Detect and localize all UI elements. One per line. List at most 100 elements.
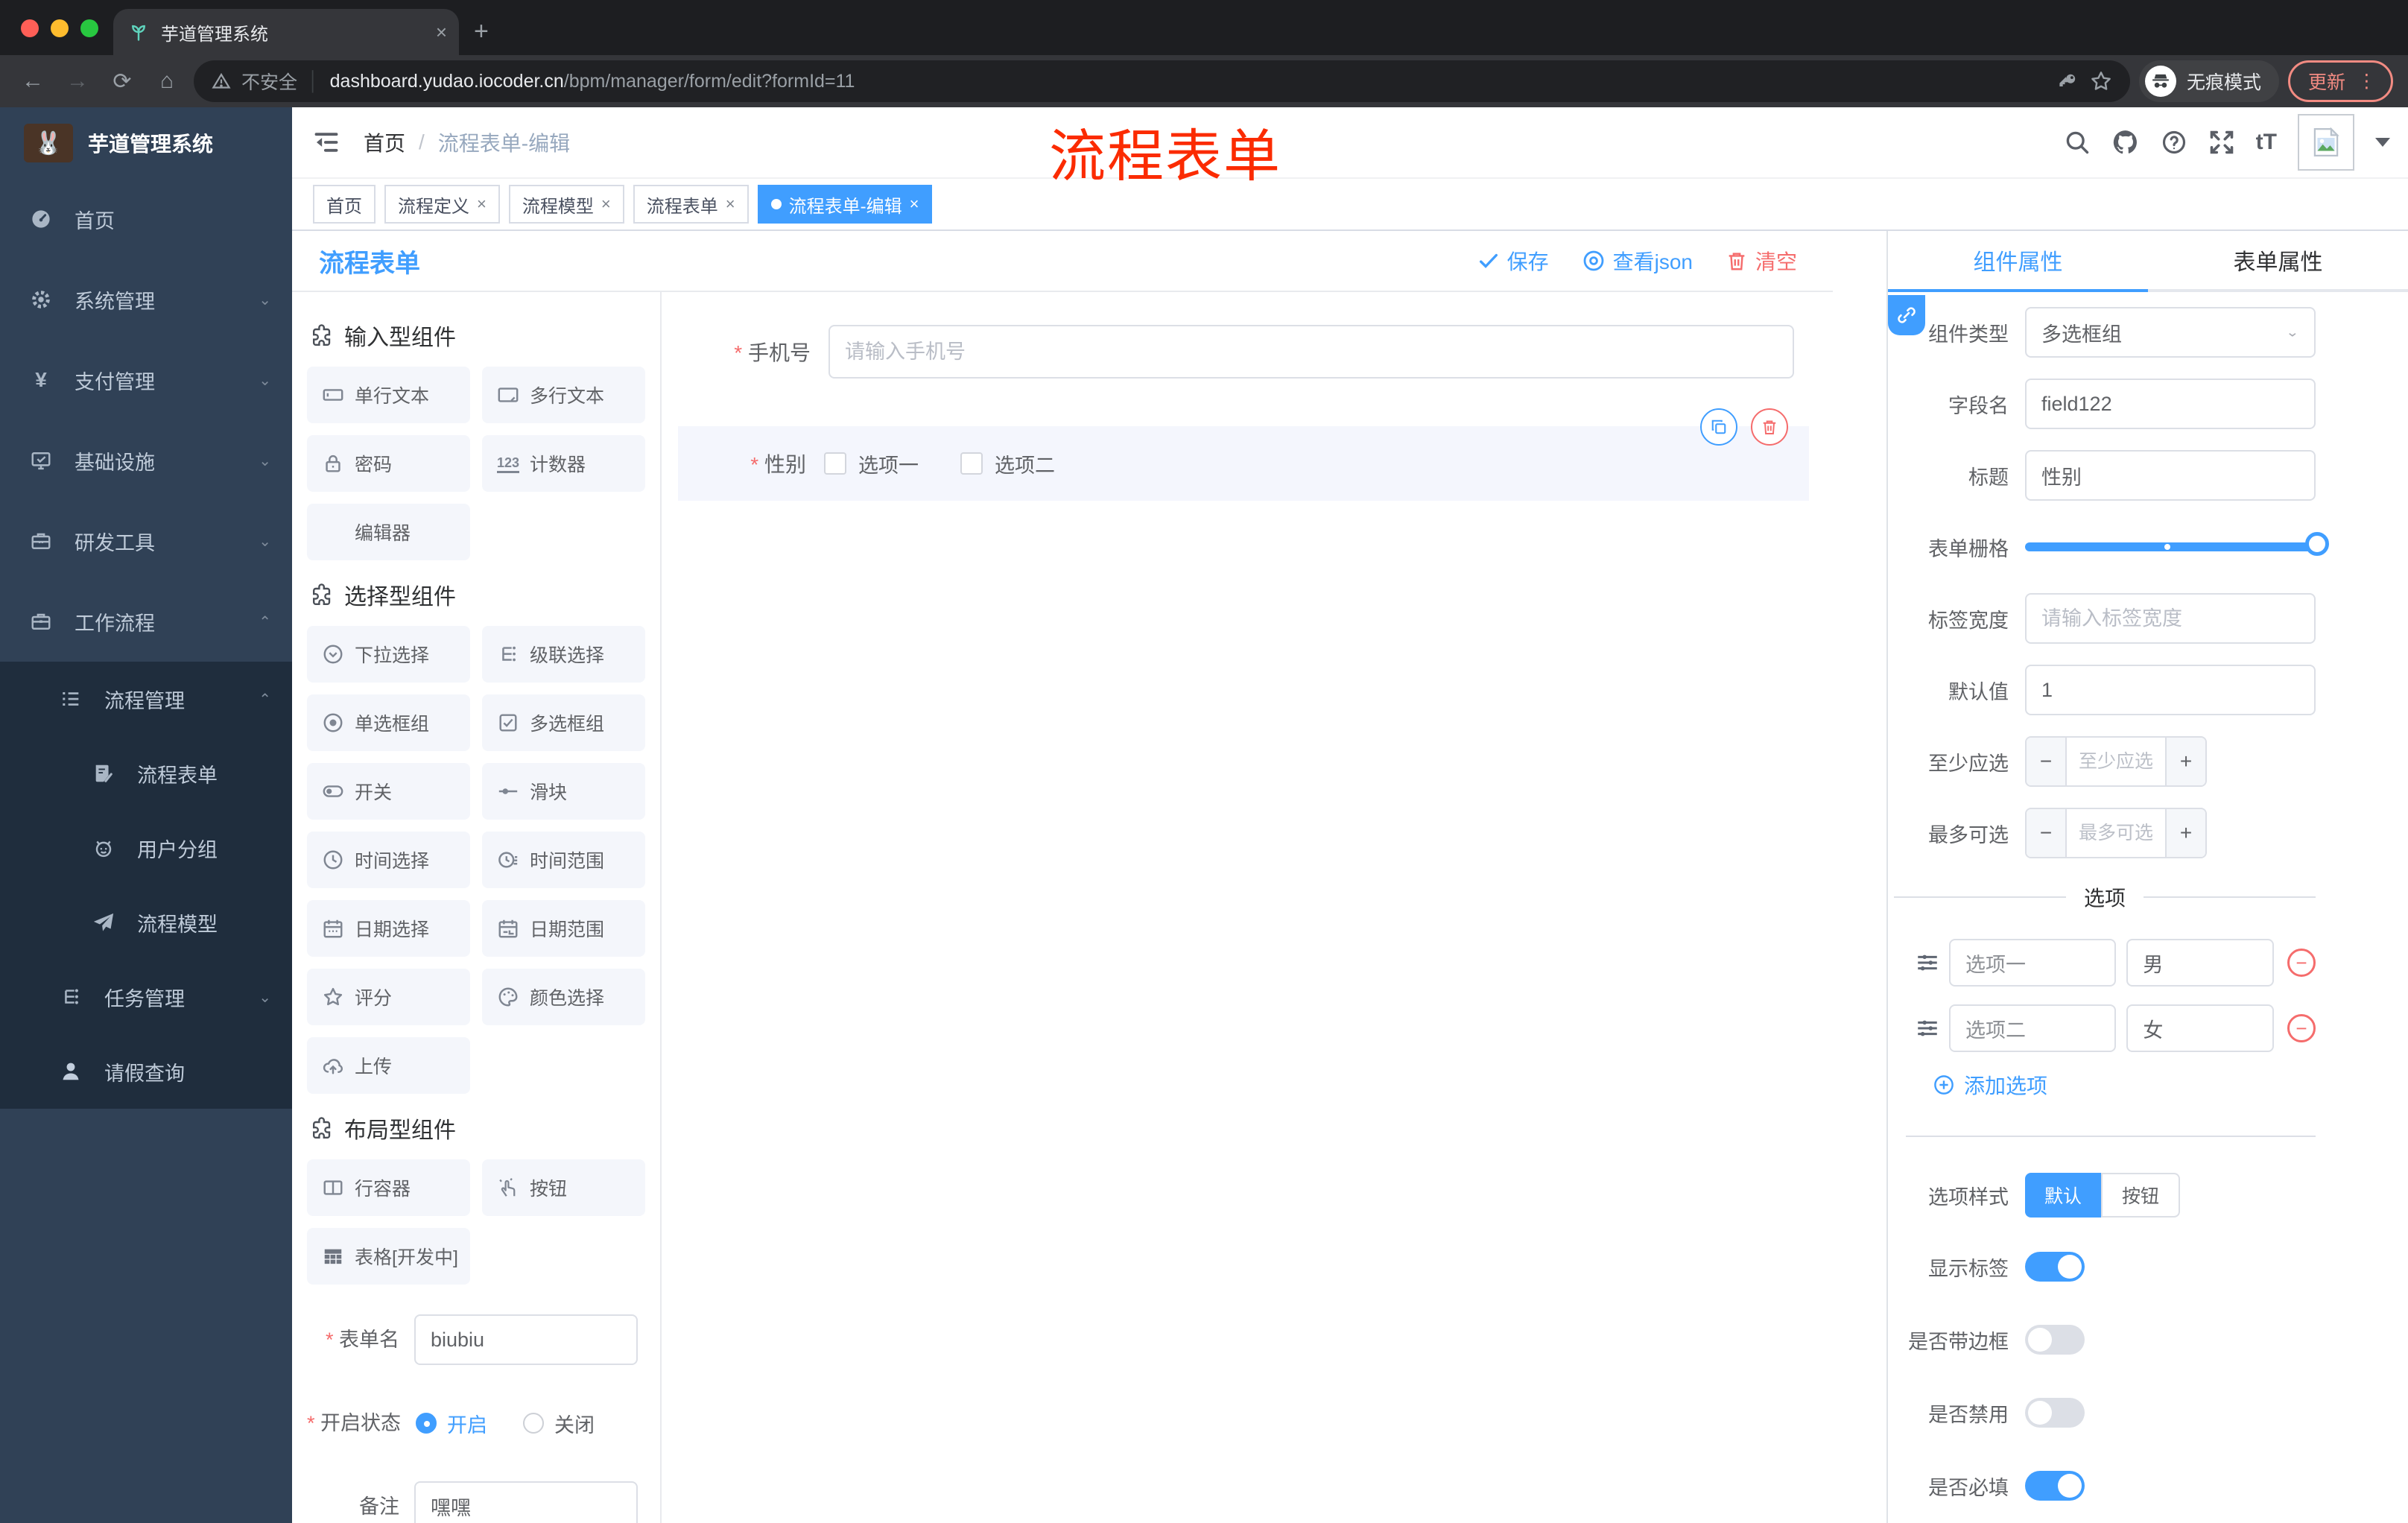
min-select-stepper[interactable]: −+ [2025,736,2207,787]
reload-icon[interactable]: ⟳ [104,69,140,95]
sidebar-item-payment[interactable]: ¥ 支付管理 ⌄ [0,340,292,420]
sidebar-item-process-form[interactable]: 流程表单 [0,736,292,811]
component-chip-switch[interactable]: 开关 [307,763,470,820]
form-grid-slider[interactable] [2025,532,2329,556]
component-chip-time-picker[interactable]: 时间选择 [307,832,470,888]
stepper-minus-icon[interactable]: − [2027,809,2067,857]
option-value-input[interactable] [2126,1004,2274,1052]
component-chip-counter[interactable]: 123 计数器 [482,435,645,492]
sidebar-item-process-mgmt[interactable]: 流程管理 ⌃ [0,662,292,736]
form-name-input[interactable] [414,1314,638,1365]
max-select-stepper[interactable]: −+ [2025,808,2207,858]
sidebar-item-devtools[interactable]: 研发工具 ⌄ [0,501,292,581]
sidebar-item-infra[interactable]: 基础设施 ⌄ [0,420,292,501]
stepper-minus-icon[interactable]: − [2027,738,2067,785]
delete-field-button[interactable] [1751,408,1788,446]
form-canvas[interactable]: 手机号 性别 选项一 选项二 [662,292,1833,1523]
tag-process-form[interactable]: 流程表单 × [633,185,749,224]
component-chip-rate[interactable]: 评分 [307,969,470,1025]
gender-option-1[interactable]: 选项一 [824,449,919,478]
sidebar-item-user-group[interactable]: 用户分组 [0,811,292,885]
drag-handle-icon[interactable] [1915,950,1940,975]
browser-menu-icon[interactable]: ⋮ [2357,70,2376,92]
fullscreen-icon[interactable] [2208,129,2235,156]
component-chip-slider[interactable]: 滑块 [482,763,645,820]
component-chip-single-text[interactable]: 单行文本 [307,367,470,423]
component-chip-upload[interactable]: 上传 [307,1037,470,1094]
password-key-icon[interactable] [2057,70,2079,92]
title-input[interactable] [2025,450,2316,501]
max-select-input[interactable] [2067,809,2165,857]
remove-option-button[interactable]: − [2287,949,2316,977]
tab-form-props[interactable]: 表单属性 [2148,231,2408,292]
tag-process-model[interactable]: 流程模型 × [508,185,624,224]
component-chip-cascader[interactable]: 级联选择 [482,626,645,683]
add-option-button[interactable]: 添加选项 [1933,1070,2316,1100]
zoom-window-button[interactable] [80,19,98,37]
tag-process-definition[interactable]: 流程定义 × [384,185,500,224]
tag-process-form-edit[interactable]: 流程表单-编辑 × [757,185,933,224]
gender-option-2[interactable]: 选项二 [960,449,1055,478]
tag-close-icon[interactable]: × [910,194,919,214]
component-chip-row-container[interactable]: 行容器 [307,1159,470,1216]
show-label-toggle[interactable] [2025,1252,2085,1282]
github-icon[interactable] [2111,128,2140,156]
help-icon[interactable] [2161,129,2187,156]
url-text[interactable]: dashboard.yudao.iocoder.cn/bpm/manager/f… [330,71,855,92]
slider-thumb[interactable] [2305,532,2329,556]
stepper-plus-icon[interactable]: + [2165,809,2205,857]
sidebar-logo[interactable]: 🐰 芋道管理系统 [0,107,292,179]
status-radio-off[interactable]: 关闭 [523,1409,595,1438]
sidebar-item-home[interactable]: 首页 [0,179,292,259]
component-chip-select[interactable]: 下拉选择 [307,626,470,683]
back-icon[interactable]: ← [15,69,51,94]
option-value-input[interactable] [2126,939,2274,987]
duplicate-field-button[interactable] [1700,408,1737,446]
font-size-icon[interactable]: tT [2256,130,2277,155]
sidebar-item-system[interactable]: 系统管理 ⌄ [0,259,292,340]
home-icon[interactable]: ⌂ [149,69,185,94]
option-label-input[interactable] [1949,1004,2117,1052]
bookmark-star-icon[interactable] [2090,70,2112,92]
browser-tab[interactable]: 芋道管理系统 × [113,9,459,55]
forward-icon[interactable]: → [60,69,95,94]
remove-option-button[interactable]: − [2287,1014,2316,1042]
tag-home[interactable]: 首页 [313,185,376,224]
breadcrumb-home[interactable]: 首页 [364,127,405,157]
tag-close-icon[interactable]: × [601,194,611,214]
sidebar-item-process-model[interactable]: 流程模型 [0,885,292,960]
border-toggle[interactable] [2025,1325,2085,1355]
clear-button[interactable]: 清空 [1726,246,1797,276]
component-chip-date-range[interactable]: 日期范围 [482,900,645,957]
component-chip-color-picker[interactable]: 颜色选择 [482,969,645,1025]
style-button-button[interactable]: 按钮 [2101,1173,2181,1218]
view-json-button[interactable]: 查看json [1582,246,1693,276]
checkbox-icon[interactable] [824,452,846,475]
required-toggle[interactable] [2025,1471,2085,1501]
component-chip-editor[interactable]: 编辑器 [307,504,470,560]
min-select-input[interactable] [2067,738,2165,785]
traffic-lights[interactable] [21,19,98,37]
stepper-plus-icon[interactable]: + [2165,738,2205,785]
component-chip-textarea[interactable]: 多行文本 [482,367,645,423]
collapse-sidebar-icon[interactable] [313,129,340,156]
tag-close-icon[interactable]: × [477,194,487,214]
tab-close-icon[interactable]: × [436,21,447,44]
label-width-input[interactable] [2025,593,2316,644]
collapse-panel-handle[interactable] [1888,295,1925,335]
new-tab-button[interactable]: + [474,17,489,46]
checkbox-icon[interactable] [960,452,983,475]
sidebar-item-leave-query[interactable]: 请假查询 [0,1034,292,1109]
sidebar-item-task-mgmt[interactable]: 任务管理 ⌄ [0,960,292,1034]
avatar[interactable] [2298,114,2354,171]
form-remark-textarea[interactable]: 嘿嘿 [414,1481,638,1523]
component-chip-checkbox-group[interactable]: 多选框组 [482,694,645,751]
option-label-input[interactable] [1949,939,2117,987]
save-button[interactable]: 保存 [1477,246,1549,276]
security-label[interactable]: 不安全 [241,68,297,95]
status-radio-on[interactable]: 开启 [416,1409,487,1438]
component-chip-time-range[interactable]: 时间范围 [482,832,645,888]
phone-field-input[interactable] [828,325,1794,379]
component-chip-radio-group[interactable]: 单选框组 [307,694,470,751]
search-icon[interactable] [2064,129,2091,156]
